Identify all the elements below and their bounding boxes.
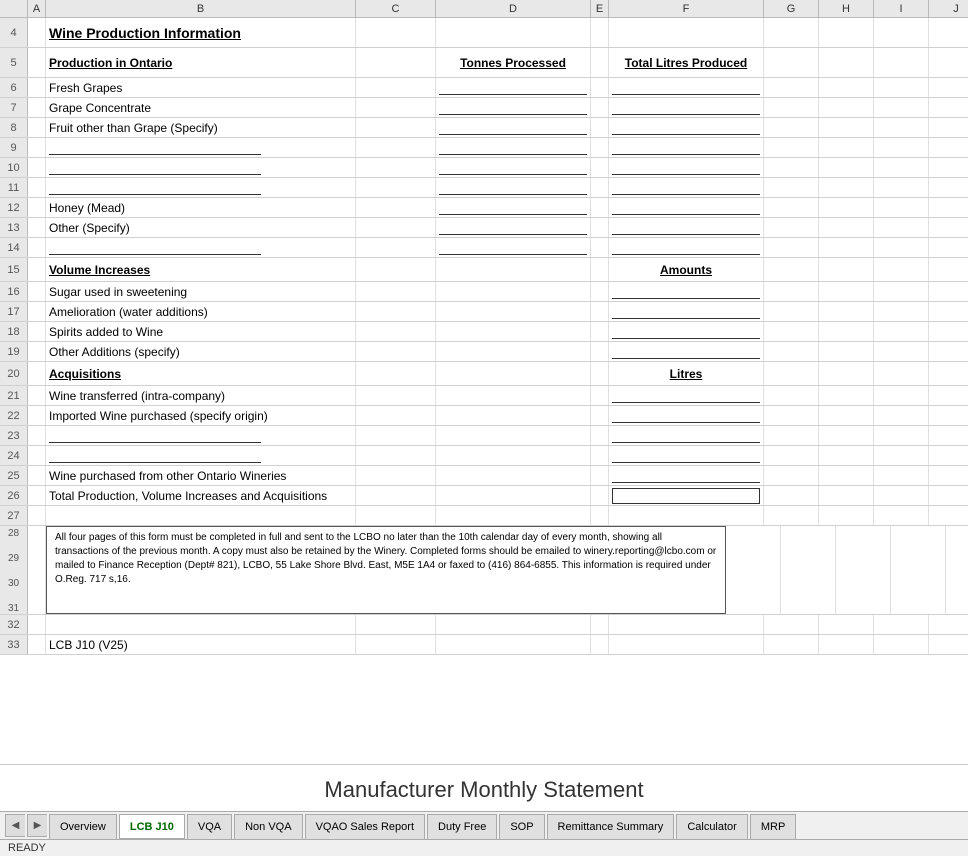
row-26: 26 Total Production, Volume Increases an… [0,486,968,506]
notice-text: All four pages of this form must be comp… [51,529,721,589]
col-G: G [764,0,819,17]
row-20: 20 Acquisitions Litres [0,362,968,386]
row-9: 9 [0,138,968,158]
col-I: I [874,0,929,17]
row-7: 7 Grape Concentrate [0,98,968,118]
production-in-ontario-label: Production in Ontario [46,48,356,77]
row-18: 18 Spirits added to Wine [0,322,968,342]
total-production-label: Total Production, Volume Increases and A… [46,486,356,505]
row-24: 24 [0,446,968,466]
col-B: B [46,0,356,17]
lcb-version-label: LCB J10 (V25) [46,635,356,654]
row-22: 22 Imported Wine purchased (specify orig… [0,406,968,426]
total-litres-label: Total Litres Produced [609,48,764,77]
row-16: 16 Sugar used in sweetening [0,282,968,302]
row-11: 11 [0,178,968,198]
col-D: D [436,0,591,17]
tab-non-vqa[interactable]: Non VQA [234,814,302,839]
volume-increases-label: Volume Increases [46,258,356,281]
sugar-sweetening-label: Sugar used in sweetening [46,282,356,301]
row-13: 13 Other (Specify) [0,218,968,238]
row-27: 27 [0,506,968,526]
row-33: 33 LCB J10 (V25) [0,635,968,655]
row-21: 21 Wine transferred (intra-company) [0,386,968,406]
row-12: 12 Honey (Mead) [0,198,968,218]
litres-label: Litres [609,362,764,385]
tab-lcb-j10[interactable]: LCB J10 [119,814,185,840]
tab-overview[interactable]: Overview [49,814,117,839]
amelioration-label: Amelioration (water additions) [46,302,356,321]
tonnes-processed-label: Tonnes Processed [436,48,591,77]
tab-nav-left[interactable]: ◀ [5,814,25,837]
imported-wine-label: Imported Wine purchased (specify origin) [46,406,356,425]
row-4: 4 Wine Production Information [0,18,968,48]
wine-purchased-label: Wine purchased from other Ontario Wineri… [46,466,356,485]
row-32: 32 [0,615,968,635]
col-C: C [356,0,436,17]
tab-mrp[interactable]: MRP [750,814,796,839]
status-text: READY [8,842,46,854]
row-6: 6 Fresh Grapes [0,78,968,98]
manufacturer-monthly-statement: Manufacturer Monthly Statement [0,765,968,811]
row-5: 5 Production in Ontario Tonnes Processed… [0,48,968,78]
tab-remittance-summary[interactable]: Remittance Summary [547,814,675,839]
other-specify-label: Other (Specify) [46,218,356,237]
row-19: 19 Other Additions (specify) [0,342,968,362]
row-10: 10 [0,158,968,178]
status-bar: READY [0,839,968,856]
tab-calculator[interactable]: Calculator [676,814,748,839]
tab-bar: ◀ ▶ Overview LCB J10 VQA Non VQA VQAO Sa… [0,811,968,839]
col-H: H [819,0,874,17]
tab-nav-right[interactable]: ▶ [27,814,47,837]
title: Wine Production Information [46,18,356,47]
grape-concentrate-label: Grape Concentrate [46,98,356,117]
tab-vqao-sales-report[interactable]: VQAO Sales Report [305,814,425,839]
row-25: 25 Wine purchased from other Ontario Win… [0,466,968,486]
col-J: J [929,0,968,17]
notice-rows: 28293031 All four pages of this form mus… [0,526,968,615]
col-F: F [609,0,764,17]
row-8: 8 Fruit other than Grape (Specify) [0,118,968,138]
tab-duty-free[interactable]: Duty Free [427,814,497,839]
column-headers: A B C D E F G H I J K [0,0,968,18]
row-17: 17 Amelioration (water additions) [0,302,968,322]
tab-vqa[interactable]: VQA [187,814,232,839]
spirits-added-label: Spirits added to Wine [46,322,356,341]
amounts-label: Amounts [609,258,764,281]
wine-transferred-label: Wine transferred (intra-company) [46,386,356,405]
other-additions-label: Other Additions (specify) [46,342,356,361]
honey-mead-label: Honey (Mead) [46,198,356,217]
row-15: 15 Volume Increases Amounts [0,258,968,282]
row-14: 14 [0,238,968,258]
spreadsheet: A B C D E F G H I J K 4 Wine Production … [0,0,968,765]
fruit-other-label: Fruit other than Grape (Specify) [46,118,356,137]
fresh-grapes-label: Fresh Grapes [46,78,356,97]
acquisitions-label: Acquisitions [46,362,356,385]
col-E: E [591,0,609,17]
tab-sop[interactable]: SOP [499,814,544,839]
row-23: 23 [0,426,968,446]
col-A: A [28,0,46,17]
